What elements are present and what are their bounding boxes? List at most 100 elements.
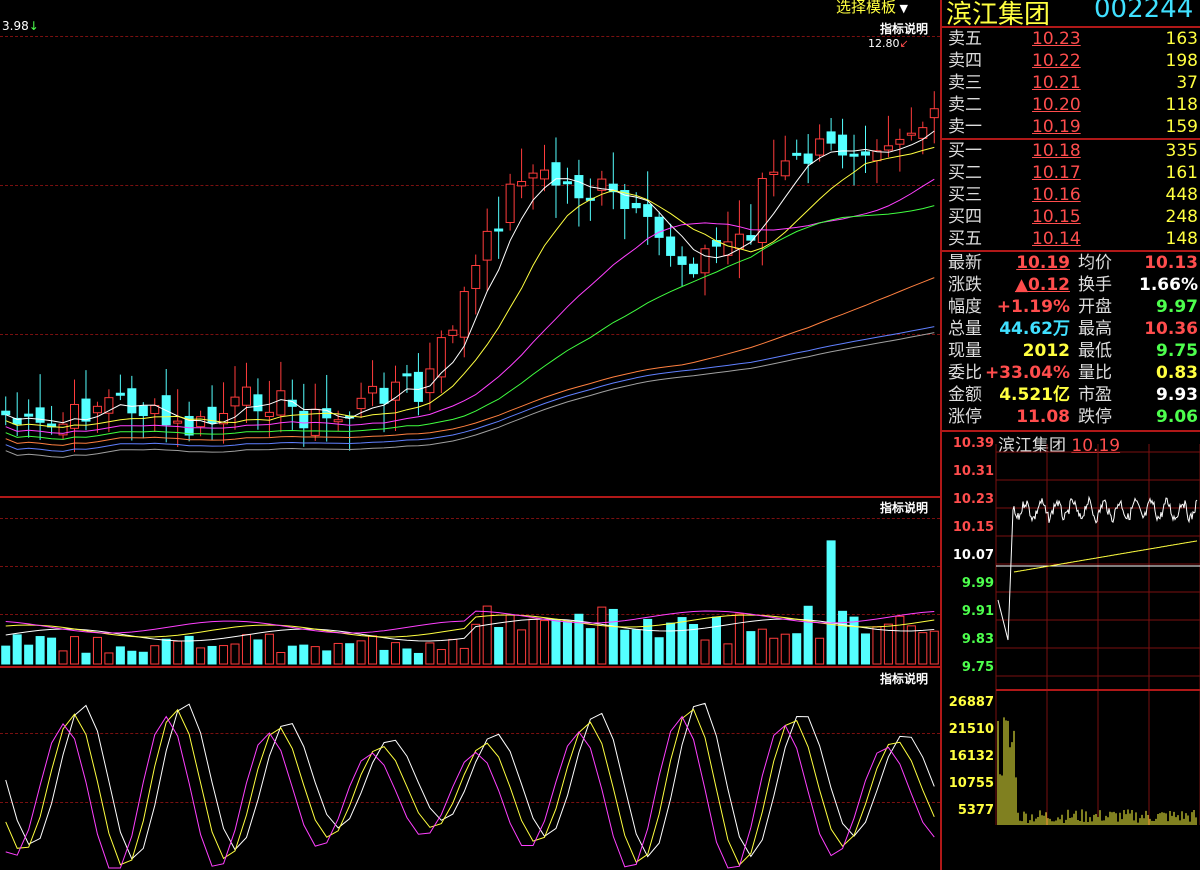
stat-label: 幅度 [948,297,982,317]
volume-bar [161,638,171,665]
moving-average-line [5,130,935,425]
candle-body [333,419,343,423]
level-price: 10.18 [1032,141,1081,161]
volume-bar [746,631,756,665]
stat-label: 量比 [1078,363,1112,383]
candle-body [562,181,572,185]
volume-bar [803,605,813,665]
sell-level-2[interactable]: 卖二 10.20 118 [946,94,1200,116]
volume-bar [241,634,251,665]
moving-average-line [5,332,935,458]
stat-row: 金额 4.521亿 市盈 9.93 [946,384,1200,406]
moving-average-line [5,326,935,452]
volume-average-line [5,610,935,634]
candle-body [757,178,767,243]
volume-bar [562,620,572,665]
volume-bar [115,646,125,665]
volume-bar [276,651,286,665]
candle-body [677,256,687,265]
buy-level-2[interactable]: 买二 10.17 161 [946,162,1200,184]
volume-bar [711,616,721,665]
volume-bar [654,637,664,665]
volume-bar [666,622,676,665]
level-label: 卖一 [948,117,982,137]
stat-label: 跌停 [1078,407,1112,427]
candle-body [838,134,848,156]
volume-bar [264,633,274,665]
sell-level-3[interactable]: 卖三 10.21 37 [946,72,1200,94]
sell-level-5[interactable]: 卖五 10.23 163 [946,28,1200,50]
volume-bar [700,639,710,665]
candle-body [654,216,664,238]
stat-label: 最低 [1078,341,1112,361]
oscillator-line [5,702,935,860]
level-price: 10.14 [1032,229,1081,249]
intraday-volume-tick: 26887 [948,695,994,710]
volume-bar [631,629,641,665]
level-label: 卖五 [948,29,982,49]
level-label: 买一 [948,141,982,161]
level-price: 10.19 [1032,117,1081,137]
candle-body [482,230,492,261]
volume-bar [849,616,859,665]
stat-row: 幅度 +1.19% 开盘 9.97 [946,296,1200,318]
stat-value: +1.19% [996,297,1070,317]
volume-bar [471,623,481,665]
stat-label: 最新 [948,253,982,273]
volume-bar [608,608,618,665]
volume-bar [413,652,423,665]
candle-body [769,171,779,175]
candle-body [264,411,274,418]
volume-bar [448,638,458,665]
volume-bar [517,629,527,665]
buy-level-3[interactable]: 买三 10.16 448 [946,184,1200,206]
candle-body [815,138,825,156]
buy-level-5[interactable]: 买五 10.14 148 [946,228,1200,250]
level-price: 10.17 [1032,163,1081,183]
level-label: 买二 [948,163,982,183]
stat-value: ▲0.12 [1014,275,1070,295]
sell-level-4[interactable]: 卖四 10.22 198 [946,50,1200,72]
kline-area[interactable]: 3.98↓ 选择模板 ▼ 指标说明 12.80↙ 指标说明 指标说明 [0,0,940,870]
stat-value: 2012 [1022,341,1070,361]
candle-body [689,263,699,275]
candle-body [138,405,148,417]
candle-body [173,420,183,424]
stat-value: 0.83 [1156,363,1198,383]
volume-bar [356,640,366,665]
volume-bar [322,650,332,665]
moving-average-line [5,178,935,434]
candle-body [356,397,366,410]
stat-value: 10.36 [1144,319,1198,339]
intraday-price-tick: 10.23 [952,492,994,507]
candle-body [849,153,859,157]
intraday-price-line [997,495,1198,641]
buy-level-1[interactable]: 买一 10.18 335 [946,140,1200,162]
volume-bar [769,637,779,665]
volume-bar [104,652,114,665]
stock-code: 002244 [1094,0,1194,24]
candle-body [425,368,435,394]
intraday-price: 10.19 [1071,436,1121,456]
volume-bar [390,642,401,665]
sell-level-1[interactable]: 卖一 10.19 159 [946,116,1200,138]
volume-bar [24,644,34,665]
candle-body [540,169,550,180]
volume-bar [826,540,836,665]
volume-bar [505,614,515,665]
volume-bar [528,618,538,665]
intraday-price-tick: 10.07 [952,548,994,563]
volume-bar [310,646,320,665]
stat-label: 涨停 [948,407,982,427]
stat-label: 金额 [948,385,982,405]
level-volume: 163 [1165,29,1198,49]
stat-value: 10.13 [1144,253,1198,273]
stat-value: 1.66% [1139,275,1198,295]
moving-average-line [5,146,935,428]
volume-bar [734,613,744,665]
buy-level-4[interactable]: 买四 10.15 248 [946,206,1200,228]
main-divider [940,0,942,870]
candle-body [241,386,251,406]
intraday-price-tick: 10.15 [952,520,994,535]
volume-bar [906,625,916,665]
